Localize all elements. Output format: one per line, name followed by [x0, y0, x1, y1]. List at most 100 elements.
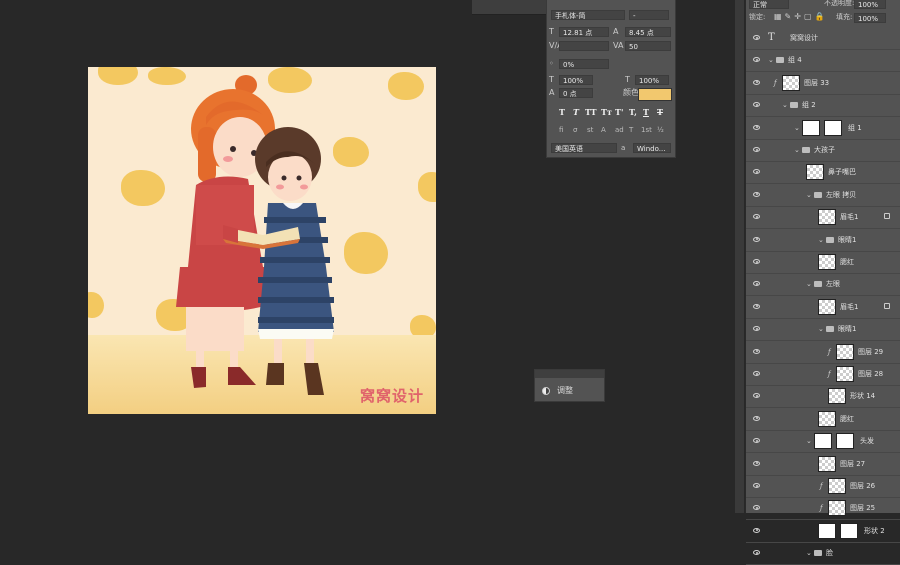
eye-icon[interactable]: [753, 191, 760, 197]
chevron-icon[interactable]: ⌄: [794, 117, 800, 139]
language-select[interactable]: 美国英语: [551, 143, 617, 153]
chevron-icon[interactable]: ⌄: [806, 542, 812, 564]
layer-row[interactable]: 形状 14: [746, 385, 900, 409]
scale-input[interactable]: 0%: [559, 59, 609, 69]
layer-row[interactable]: 眉毛1: [746, 206, 900, 230]
chevron-icon[interactable]: ⌄: [806, 430, 812, 452]
eye-icon[interactable]: [753, 303, 760, 309]
layer-row[interactable]: ƒ 图层 28: [746, 363, 900, 386]
eye-icon[interactable]: [753, 169, 760, 175]
chevron-icon[interactable]: ⌄: [782, 94, 788, 116]
subscript-button[interactable]: T,: [629, 107, 637, 117]
layer-row[interactable]: ⌄ 眼睛1: [746, 229, 900, 252]
fill-input[interactable]: 100%: [854, 13, 886, 23]
eye-icon[interactable]: [753, 124, 760, 130]
font-style-select[interactable]: -: [629, 10, 669, 20]
eye-icon[interactable]: [753, 348, 760, 354]
layer-row[interactable]: ⌄ 脸: [746, 542, 900, 565]
fraction-button[interactable]: ½: [657, 126, 664, 134]
discretionary-ligature-button[interactable]: st: [587, 126, 593, 134]
layer-row[interactable]: ƒ 图层 25: [746, 497, 900, 521]
blend-mode-select[interactable]: 正常: [749, 0, 789, 9]
layer-row[interactable]: 腮红: [746, 408, 900, 431]
ligature-button[interactable]: fi: [559, 126, 563, 134]
layer-row[interactable]: 眉毛1: [746, 296, 900, 319]
layer-mask-thumbnail[interactable]: [836, 433, 854, 450]
eye-icon[interactable]: [753, 281, 760, 287]
titling-alt-button[interactable]: T: [629, 126, 633, 134]
eye-icon[interactable]: [753, 147, 760, 152]
eye-icon[interactable]: [753, 214, 760, 220]
layer-mask-thumbnail[interactable]: [824, 119, 842, 136]
chevron-icon[interactable]: ⌄: [818, 318, 824, 340]
horizontal-scale-input[interactable]: 100%: [635, 75, 669, 85]
eye-icon[interactable]: [753, 460, 760, 466]
eye-icon[interactable]: [753, 438, 760, 444]
chevron-icon[interactable]: ⌄: [794, 139, 800, 161]
faux-bold-button[interactable]: T: [559, 107, 565, 117]
layer-row[interactable]: ⌄ 组 4: [746, 49, 900, 73]
eye-icon[interactable]: [753, 236, 760, 242]
eye-icon[interactable]: [753, 505, 760, 511]
stylistic-alt-button[interactable]: ad: [615, 126, 624, 134]
opacity-input[interactable]: 100%: [854, 0, 886, 9]
layer-row[interactable]: ⌄ 左眼 拷贝: [746, 184, 900, 207]
tracking-input[interactable]: 50: [625, 41, 671, 51]
chevron-icon[interactable]: ⌄: [768, 49, 774, 71]
superscript-button[interactable]: T': [615, 107, 623, 117]
font-family-select[interactable]: 手札体-简: [551, 10, 625, 20]
ordinal-button[interactable]: 1st: [641, 126, 652, 134]
swash-button[interactable]: A: [601, 126, 606, 134]
eye-icon[interactable]: [753, 79, 760, 85]
layer-row[interactable]: 鼻子嘴巴: [746, 161, 900, 185]
layer-row[interactable]: 形状 2: [746, 520, 900, 543]
chevron-icon[interactable]: ⌄: [806, 273, 812, 295]
eye-icon[interactable]: [753, 35, 760, 40]
underline-button[interactable]: T: [643, 107, 649, 117]
small-caps-button[interactable]: Tт: [601, 107, 612, 117]
layer-mask-thumbnail[interactable]: [840, 522, 858, 539]
adjustments-panel-header[interactable]: [535, 370, 604, 378]
antialias-select[interactable]: Windo...: [633, 143, 671, 153]
eye-icon[interactable]: [753, 326, 760, 332]
chevron-icon[interactable]: ⌄: [818, 229, 824, 251]
strikethrough-button[interactable]: T: [657, 107, 663, 117]
layer-row[interactable]: 图层 27: [746, 453, 900, 476]
layer-row[interactable]: ⌄ 大孩子: [746, 139, 900, 162]
eye-icon[interactable]: [753, 57, 760, 63]
eye-icon[interactable]: [753, 527, 760, 533]
eye-icon[interactable]: [753, 550, 760, 556]
character-panel: 手札体-简 - T 12.81 点 A 8.45 点 V/A VA 50 ◦ 0…: [546, 0, 676, 158]
eye-icon[interactable]: [753, 393, 760, 399]
layer-row[interactable]: 腮红: [746, 251, 900, 274]
layer-row[interactable]: ƒ 图层 26: [746, 475, 900, 498]
vertical-scale-input[interactable]: 100%: [559, 75, 593, 85]
kerning-input[interactable]: [559, 41, 609, 51]
lock-icons[interactable]: ▦✎✛▢🔒: [774, 12, 827, 22]
layer-row[interactable]: ƒ 图层 29: [746, 341, 900, 364]
eye-icon[interactable]: [753, 483, 760, 488]
baseline-shift-input[interactable]: 0 点: [559, 88, 593, 98]
document-canvas[interactable]: 窝窝设计: [88, 67, 436, 414]
layer-row[interactable]: ƒ 图层 33: [746, 72, 900, 95]
layer-row[interactable]: ⌄ 组 1: [746, 117, 900, 140]
contextual-alt-button[interactable]: σ: [573, 126, 577, 134]
faux-italic-button[interactable]: T: [573, 107, 579, 117]
eye-icon[interactable]: [753, 371, 760, 376]
layer-row[interactable]: ⌄ 左眼: [746, 273, 900, 297]
layer-name: 眉毛1: [840, 213, 859, 222]
layer-row[interactable]: T 窝窝设计: [746, 27, 900, 50]
adjustments-label[interactable]: 调整: [557, 385, 573, 396]
layer-row[interactable]: ⌄ 眼睛1: [746, 318, 900, 342]
text-color-swatch[interactable]: [638, 88, 672, 101]
layer-row[interactable]: ⌄ 组 2: [746, 94, 900, 118]
layer-row[interactable]: ⌄ 头发: [746, 430, 900, 454]
eye-icon[interactable]: [753, 415, 760, 421]
eye-icon[interactable]: [753, 102, 760, 108]
leading-input[interactable]: 8.45 点: [625, 27, 671, 37]
panel-dock-scrollbar[interactable]: [735, 0, 744, 513]
chevron-icon[interactable]: ⌄: [806, 184, 812, 206]
all-caps-button[interactable]: TT: [585, 107, 597, 117]
font-size-input[interactable]: 12.81 点: [559, 27, 609, 37]
eye-icon[interactable]: [753, 259, 760, 264]
